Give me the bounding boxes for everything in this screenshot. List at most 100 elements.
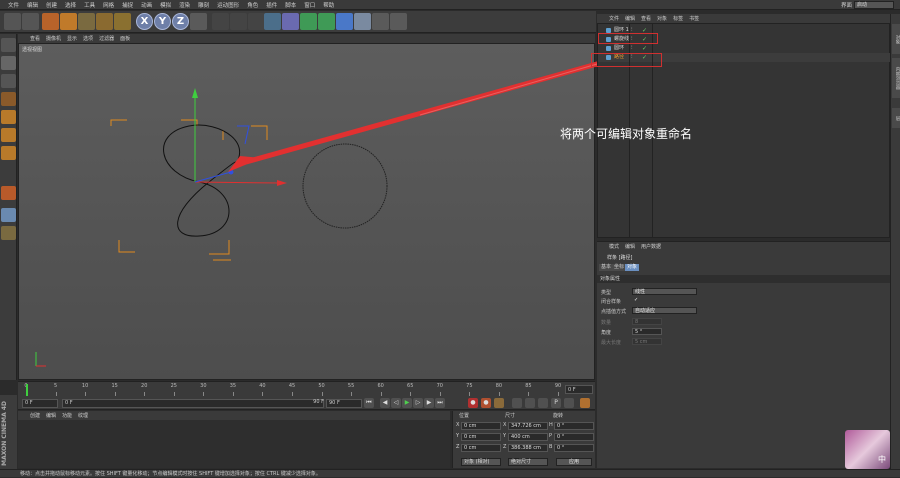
menu-item[interactable]: 脚本: [281, 1, 300, 9]
keyframe-selection-icon[interactable]: [494, 398, 504, 408]
menu-item[interactable]: 角色: [243, 1, 262, 9]
prev-frame-icon[interactable]: ◁: [391, 398, 401, 408]
quantize-icon[interactable]: [1, 226, 16, 240]
frame-ruler[interactable]: 051015202530354045505560657075808590: [22, 382, 562, 397]
make-editable-icon[interactable]: [1, 38, 16, 52]
coord-size-field[interactable]: 400 cm: [508, 433, 548, 441]
prev-key-icon[interactable]: ◀: [380, 398, 390, 408]
interpolation-dropdown[interactable]: 自动适应: [632, 307, 697, 314]
coord-rot-field[interactable]: 0 °: [554, 433, 594, 441]
workplane-icon[interactable]: [1, 92, 16, 106]
redo-icon[interactable]: [22, 13, 39, 30]
pen-spline-icon[interactable]: [282, 13, 299, 30]
goto-end-icon[interactable]: ⏭: [435, 398, 445, 408]
render-picture-viewer-icon[interactable]: [230, 13, 247, 30]
om-menu-item[interactable]: 查看: [641, 15, 651, 22]
render-view-icon[interactable]: [212, 13, 229, 30]
noisy-circle-spline[interactable]: [302, 143, 388, 229]
cube-icon[interactable]: [264, 13, 281, 30]
y-axis-arrow[interactable]: [192, 88, 198, 98]
coord-rot-field[interactable]: 0 °: [554, 444, 594, 452]
menu-item[interactable]: 网格: [99, 1, 118, 9]
rotate-tool-icon[interactable]: [96, 13, 113, 30]
attr-menu-item[interactable]: 模式: [609, 243, 619, 250]
end-frame-field[interactable]: 90 F: [326, 399, 362, 408]
max-length-field[interactable]: 5 cm: [632, 338, 662, 345]
polygons-mode-icon[interactable]: [1, 146, 16, 160]
right-tab[interactable]: 内容浏览器: [892, 58, 900, 98]
material-menu-item[interactable]: 编辑: [46, 412, 56, 419]
material-menu-item[interactable]: 创建: [30, 412, 40, 419]
menu-item[interactable]: 雕刻: [194, 1, 213, 9]
current-frame-field[interactable]: 0 F: [565, 385, 593, 394]
angle-field[interactable]: 5 °: [632, 328, 662, 335]
texture-mode-icon[interactable]: [1, 74, 16, 88]
menu-item[interactable]: 编辑: [23, 1, 42, 9]
points-mode-icon[interactable]: [1, 110, 16, 124]
timeline-ruler[interactable]: 051015202530354045505560657075808590 0 F: [18, 381, 595, 396]
om-menu-item[interactable]: 文件: [609, 15, 619, 22]
pla-key-icon[interactable]: [564, 398, 574, 408]
edges-mode-icon[interactable]: [1, 128, 16, 142]
menu-item[interactable]: 动画: [137, 1, 156, 9]
apply-button[interactable]: 应用: [556, 458, 592, 466]
menu-item[interactable]: 运动图形: [213, 1, 243, 9]
model-mode-icon[interactable]: [1, 56, 16, 70]
move-tool-icon[interactable]: [60, 13, 77, 30]
play-icon[interactable]: ▶: [402, 398, 412, 408]
om-menu-item[interactable]: 书签: [689, 15, 699, 22]
tab-basic[interactable]: 基本: [599, 264, 614, 271]
undo-icon[interactable]: [4, 13, 21, 30]
menu-item[interactable]: 帮助: [319, 1, 338, 9]
coord-pos-field[interactable]: 0 cm: [461, 433, 501, 441]
coord-rot-field[interactable]: 0 °: [554, 422, 594, 430]
viewport-menu-item[interactable]: 过滤器: [99, 35, 114, 42]
preview-range-slider[interactable]: 0 F: [62, 399, 324, 408]
right-tab[interactable]: 对象: [892, 24, 900, 54]
size-mode-dropdown[interactable]: 绝对尺寸: [508, 458, 548, 466]
deformer-icon[interactable]: [336, 13, 353, 30]
snap-icon[interactable]: [1, 208, 16, 222]
menu-item[interactable]: 窗口: [300, 1, 319, 9]
tab-object[interactable]: 对象: [625, 264, 640, 271]
viewport-menu-item[interactable]: 选项: [83, 35, 93, 42]
record-icon[interactable]: ●: [468, 398, 478, 408]
light-icon[interactable]: [390, 13, 407, 30]
object-row[interactable]: 圆环 ⁝ ✓: [598, 44, 891, 53]
param-key-icon[interactable]: P: [551, 398, 561, 408]
viewport-menu-item[interactable]: 查看: [30, 35, 40, 42]
number-field[interactable]: 8: [632, 318, 662, 325]
tab-coord[interactable]: 坐标: [612, 264, 627, 271]
material-menu-item[interactable]: 功能: [62, 412, 72, 419]
y-axis-lock-button[interactable]: Y: [154, 13, 171, 30]
enabled-check-icon[interactable]: ✓: [642, 44, 647, 53]
coord-mode-dropdown[interactable]: 对象 (相对): [461, 458, 501, 466]
perspective-viewport[interactable]: 透视视图: [18, 43, 595, 380]
render-settings-icon[interactable]: [248, 13, 265, 30]
floor-icon[interactable]: [354, 13, 371, 30]
subdivision-icon[interactable]: [300, 13, 317, 30]
scale-key-icon[interactable]: [525, 398, 535, 408]
z-axis-lock-button[interactable]: Z: [172, 13, 189, 30]
viewport-menu-item[interactable]: 显示: [67, 35, 77, 42]
scale-tool-icon[interactable]: [78, 13, 95, 30]
next-frame-icon[interactable]: ▷: [413, 398, 423, 408]
position-key-icon[interactable]: [512, 398, 522, 408]
select-tool-icon[interactable]: [42, 13, 59, 30]
timeline-window-icon[interactable]: [580, 398, 590, 408]
object-name[interactable]: 圆环: [614, 44, 624, 53]
menu-item[interactable]: 文件: [4, 1, 23, 9]
om-menu-item[interactable]: 对象: [657, 15, 667, 22]
menu-item[interactable]: 插件: [262, 1, 281, 9]
rotation-key-icon[interactable]: [538, 398, 548, 408]
coord-pos-field[interactable]: 0 cm: [461, 444, 501, 452]
menu-item[interactable]: 工具: [80, 1, 99, 9]
viewport-menu-item[interactable]: 摄像机: [46, 35, 61, 42]
attr-menu-item[interactable]: 编辑: [625, 243, 635, 250]
z-axis-handle[interactable]: [228, 169, 234, 175]
menu-item[interactable]: 创建: [42, 1, 61, 9]
start-frame-field[interactable]: 0 F: [22, 399, 58, 408]
coordinate-system-icon[interactable]: [190, 13, 207, 30]
menu-item[interactable]: 捕捉: [118, 1, 137, 9]
layout-select[interactable]: 启动: [854, 1, 894, 9]
